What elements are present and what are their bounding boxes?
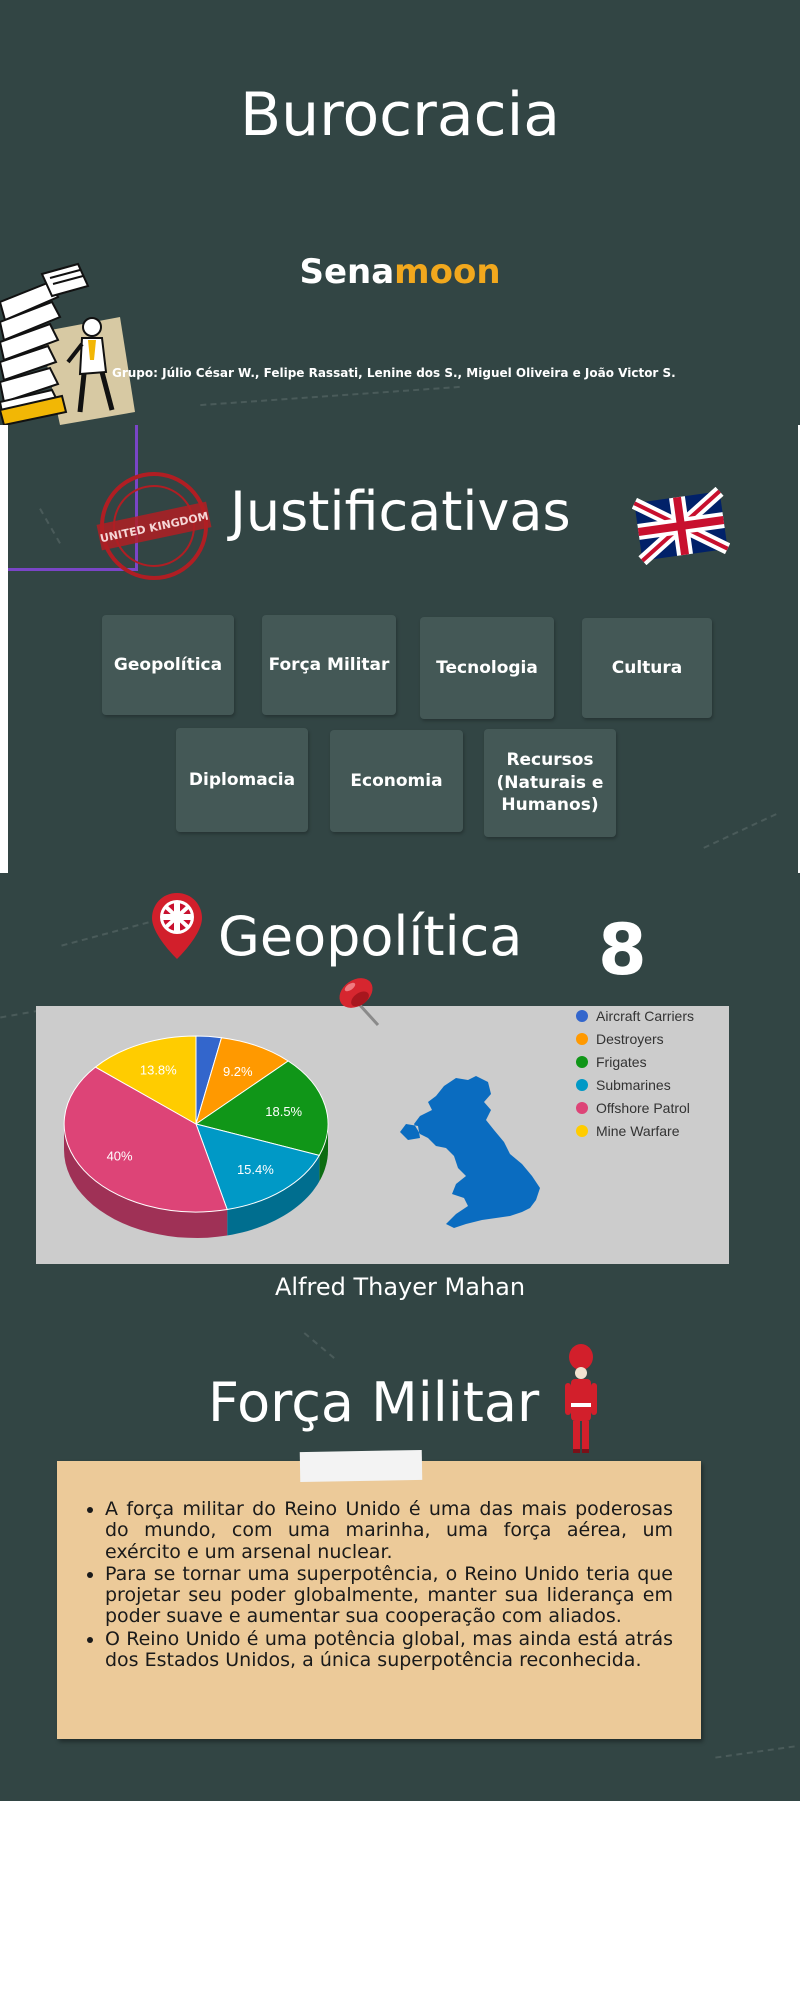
- slide-title: Burocracia Senamoon Grupo: Júlio César W…: [0, 0, 800, 425]
- uk-map-shape: [400, 1076, 540, 1228]
- chart-caption: Alfred Thayer Mahan: [274, 1273, 526, 1301]
- brand-part-2: moon: [394, 252, 501, 292]
- legend-item: Mine Warfare: [576, 1119, 694, 1142]
- group-members: Grupo: Júlio César W., Felipe Rassati, L…: [112, 366, 676, 380]
- legend-swatch: [576, 1055, 588, 1068]
- dashed-path: [39, 508, 61, 544]
- rank-number: 8: [598, 909, 647, 991]
- legend-item: Aircraft Carriers: [576, 1004, 694, 1027]
- legend-label: Mine Warfare: [596, 1122, 680, 1139]
- legend-label: Submarines: [596, 1076, 671, 1093]
- dashed-path: [295, 1331, 335, 1359]
- pie-slices: [63, 1035, 329, 1213]
- slide-forca-militar: Força Militar A força militar do Reino U…: [0, 1331, 800, 1801]
- legend-label: Frigates: [596, 1053, 647, 1070]
- bullet-list: A força militar do Reino Unido é uma das…: [57, 1461, 701, 1671]
- page-title: Burocracia: [239, 80, 561, 150]
- pushpin-icon: [339, 978, 380, 1027]
- topic-forca-militar: Força Militar: [262, 615, 396, 715]
- uk-flag-icon: [632, 487, 730, 565]
- bullet-item: A força militar do Reino Unido é uma das…: [105, 1498, 673, 1563]
- pie-label: 9.2%: [223, 1064, 253, 1079]
- chart-panel: 9.2% 18.5% 15.4% 40% 13.8% Aircraft Carriers…: [36, 1006, 729, 1264]
- topic-cultura: Cultura: [582, 618, 712, 718]
- legend-label: Destroyers: [596, 1030, 664, 1047]
- dashed-path: [715, 1745, 795, 1759]
- legend-label: Offshore Patrol: [596, 1099, 690, 1116]
- dashed-path: [703, 813, 777, 849]
- legend-swatch: [576, 1009, 588, 1022]
- tape-strip: [299, 1449, 423, 1483]
- dashed-path: [61, 921, 149, 947]
- pie-label: 15.4%: [237, 1162, 274, 1177]
- location-pin-icon: [152, 893, 202, 959]
- slide-justificativas: UNITED KINGDOM Justificativas Geopolític…: [0, 425, 800, 873]
- legend-item: Frigates: [576, 1050, 694, 1073]
- legend-swatch: [576, 1124, 588, 1137]
- topic-geopolitica: Geopolítica: [102, 615, 234, 715]
- bureaucracy-paperwork-illustration: [0, 262, 135, 425]
- brand-part-1: Sena: [299, 252, 395, 292]
- pie-label: 18.5%: [265, 1104, 302, 1119]
- slide-geopolitica: Geopolítica 8 9.2% 18.5% 15.4% 40% 13.8% Air…: [0, 873, 800, 1331]
- legend-swatch: [576, 1032, 588, 1045]
- stamp-icon: UNITED KINGDOM: [96, 472, 212, 580]
- pie-label: 40%: [107, 1148, 133, 1163]
- topic-diplomacia: Diplomacia: [176, 728, 308, 832]
- section-title: Força Militar: [208, 1371, 540, 1434]
- legend-item: Submarines: [576, 1073, 694, 1096]
- royal-guard-icon: [565, 1344, 597, 1453]
- dashed-path: [0, 1009, 40, 1019]
- topic-recursos: Recursos (Naturais e Humanos): [484, 729, 616, 837]
- frame-border-left: [0, 425, 8, 873]
- legend-item: Destroyers: [576, 1027, 694, 1050]
- bullet-item: O Reino Unido é uma potência global, mas…: [105, 1628, 673, 1672]
- topic-tecnologia: Tecnologia: [420, 617, 554, 719]
- bullet-item: Para se tornar uma superpotência, o Rein…: [105, 1563, 673, 1628]
- section-title: Geopolítica: [218, 905, 523, 968]
- legend-swatch: [576, 1078, 588, 1091]
- pie-label: 13.8%: [140, 1063, 177, 1078]
- legend-label: Aircraft Carriers: [596, 1007, 695, 1024]
- dashed-path: [200, 385, 460, 407]
- info-note: A força militar do Reino Unido é uma das…: [57, 1461, 701, 1739]
- section-title: Justificativas: [230, 480, 571, 543]
- legend-item: Offshore Patrol: [576, 1096, 694, 1119]
- legend-swatch: [576, 1101, 588, 1114]
- chart-legend: Aircraft Carriers Destroyers Frigates Subma…: [576, 1004, 694, 1142]
- topic-economia: Economia: [330, 730, 463, 832]
